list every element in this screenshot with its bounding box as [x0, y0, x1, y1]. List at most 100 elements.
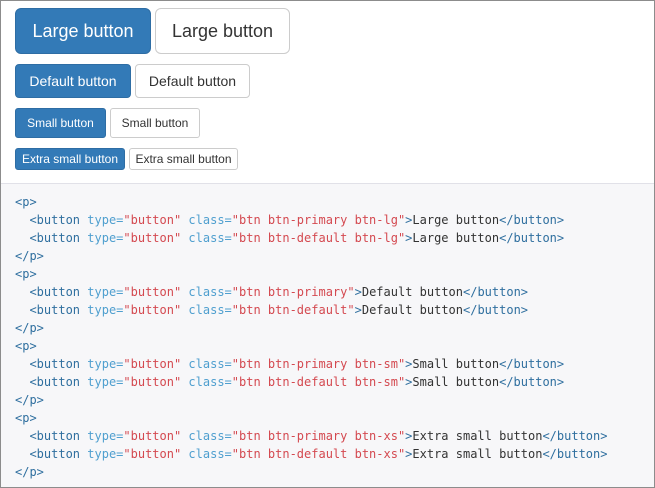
code-tag: </button>: [499, 357, 565, 371]
code-tag: <button: [29, 213, 81, 227]
code-string: "button": [123, 303, 182, 317]
code-string: "btn btn-default btn-xs": [231, 447, 406, 461]
code-string: "button": [123, 231, 182, 245]
code-line: <p>: [15, 193, 37, 211]
code-text: Extra small button: [412, 429, 543, 443]
code-line: <button type="button" class="btn btn-pri…: [15, 283, 528, 301]
code-tag: <button: [29, 303, 81, 317]
code-attr: class=: [188, 447, 232, 461]
code-attr: class=: [188, 429, 232, 443]
docs-example-frame: Large button Large button Default button…: [0, 0, 655, 488]
xsmall-default-button[interactable]: Extra small button: [129, 148, 238, 170]
code-string: "btn btn-default btn-lg": [231, 231, 406, 245]
code-tag: <p>: [15, 339, 37, 353]
code-attr: class=: [188, 303, 232, 317]
code-tag: <button: [29, 375, 81, 389]
code-line: <button type="button" class="btn btn-def…: [15, 445, 607, 463]
code-block: <p> <button type="button" class="btn btn…: [1, 184, 654, 487]
code-tag: </button>: [499, 231, 565, 245]
code-attr: type=: [87, 375, 124, 389]
code-tag: <button: [29, 447, 81, 461]
code-string: "button": [123, 213, 182, 227]
code-tag: <button: [29, 285, 81, 299]
code-attr: class=: [188, 231, 232, 245]
code-tag: </button>: [542, 429, 608, 443]
code-tag: <p>: [15, 267, 37, 281]
code-string: "button": [123, 447, 182, 461]
code-text: Small button: [412, 357, 500, 371]
code-string: "button": [123, 285, 182, 299]
code-attr: class=: [188, 375, 232, 389]
code-tag: <button: [29, 231, 81, 245]
small-primary-button[interactable]: Small button: [15, 108, 106, 138]
code-tag: >: [354, 303, 362, 317]
code-line: </p>: [15, 247, 44, 265]
large-default-button[interactable]: Large button: [155, 8, 290, 54]
code-tag: <p>: [15, 411, 37, 425]
code-text: Default button: [361, 303, 463, 317]
code-line: <button type="button" class="btn btn-def…: [15, 301, 528, 319]
code-line: <button type="button" class="btn btn-pri…: [15, 355, 564, 373]
code-tag: </button>: [499, 375, 565, 389]
code-tag: </p>: [15, 393, 44, 407]
code-tag: <p>: [15, 195, 37, 209]
code-tag: </p>: [15, 321, 44, 335]
code-line: </p>: [15, 319, 44, 337]
code-line: </p>: [15, 463, 44, 481]
code-text: Extra small button: [412, 447, 543, 461]
small-default-button[interactable]: Small button: [110, 108, 200, 138]
code-attr: type=: [87, 213, 124, 227]
code-line: <button type="button" class="btn btn-pri…: [15, 427, 607, 445]
code-attr: class=: [188, 285, 232, 299]
code-tag: </p>: [15, 465, 44, 479]
code-attr: type=: [87, 303, 124, 317]
code-attr: type=: [87, 285, 124, 299]
button-sizes-example: Large button Large button Default button…: [1, 1, 654, 184]
code-string: "button": [123, 357, 182, 371]
code-line: <button type="button" class="btn btn-def…: [15, 229, 564, 247]
code-text: Default button: [361, 285, 463, 299]
large-primary-button[interactable]: Large button: [15, 8, 151, 54]
code-text: Large button: [412, 213, 500, 227]
code-tag: <button: [29, 429, 81, 443]
code-tag: </button>: [463, 303, 529, 317]
code-line: <p>: [15, 265, 37, 283]
code-attr: type=: [87, 357, 124, 371]
code-string: "btn btn-default": [231, 303, 355, 317]
code-tag: >: [354, 285, 362, 299]
code-attr: class=: [188, 357, 232, 371]
xsmall-primary-button[interactable]: Extra small button: [15, 148, 125, 170]
code-text: Small button: [412, 375, 500, 389]
code-string: "btn btn-primary btn-sm": [231, 357, 406, 371]
code-string: "button": [123, 375, 182, 389]
code-line: <button type="button" class="btn btn-pri…: [15, 211, 564, 229]
code-line: <button type="button" class="btn btn-def…: [15, 373, 564, 391]
code-attr: type=: [87, 231, 124, 245]
code-line: <p>: [15, 409, 37, 427]
default-primary-button[interactable]: Default button: [15, 64, 131, 98]
default-default-button[interactable]: Default button: [135, 64, 250, 98]
code-text: Large button: [412, 231, 500, 245]
code-tag: </button>: [499, 213, 565, 227]
code-string: "btn btn-default btn-sm": [231, 375, 406, 389]
code-tag: </button>: [463, 285, 529, 299]
code-attr: type=: [87, 429, 124, 443]
code-line: <p>: [15, 337, 37, 355]
code-tag: </button>: [542, 447, 608, 461]
code-string: "button": [123, 429, 182, 443]
code-tag: </p>: [15, 249, 44, 263]
code-attr: type=: [87, 447, 124, 461]
code-string: "btn btn-primary btn-lg": [231, 213, 406, 227]
code-attr: class=: [188, 213, 232, 227]
code-tag: <button: [29, 357, 81, 371]
code-string: "btn btn-primary": [231, 285, 355, 299]
code-string: "btn btn-primary btn-xs": [231, 429, 406, 443]
